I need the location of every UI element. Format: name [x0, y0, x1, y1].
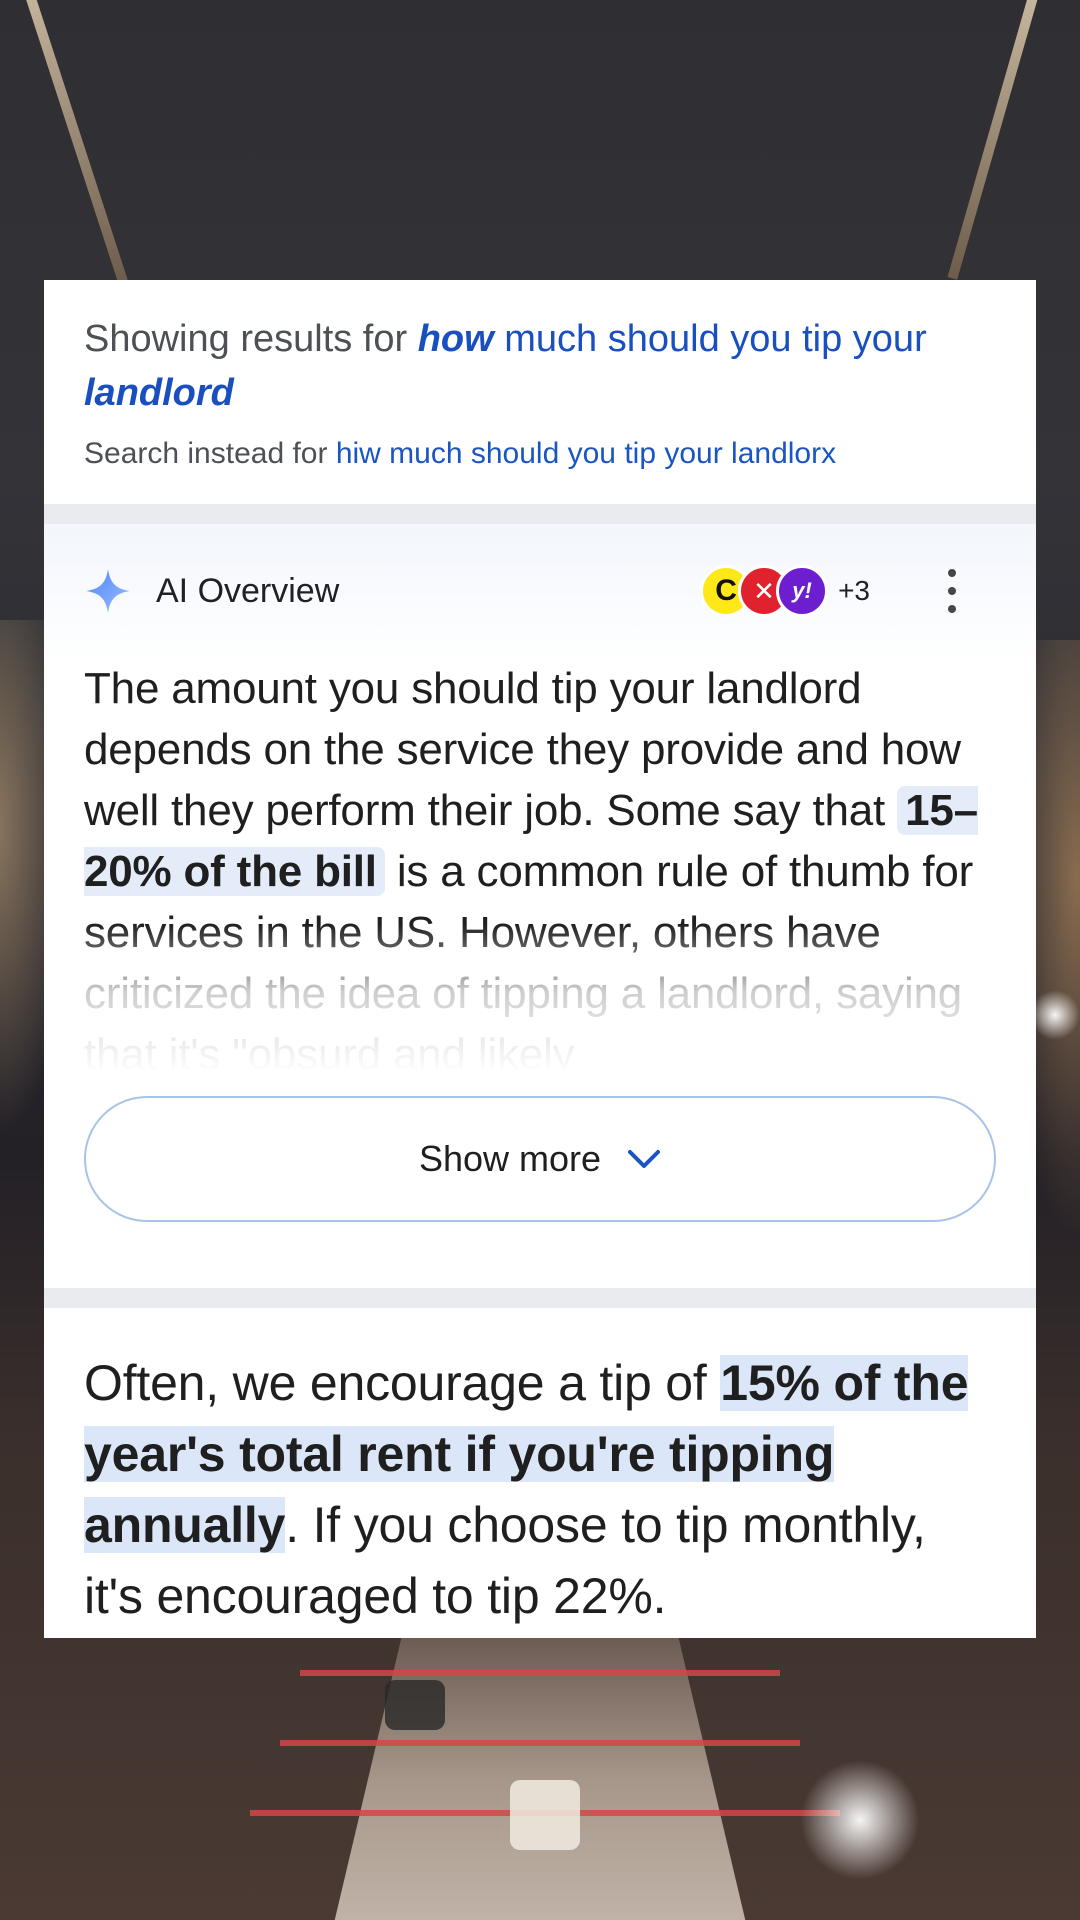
car	[385, 1680, 445, 1730]
ai-overview-panel: AI Overview C ✕ y! +3 The amount you sho…	[44, 524, 1036, 1288]
showing-results-prefix: Showing results for	[84, 318, 408, 360]
bridge-cable-left	[20, 0, 129, 286]
more-options-icon[interactable]	[946, 569, 958, 613]
ai-overview-body: The amount you should tip your landlord …	[84, 658, 996, 1074]
featured-snippet: Often, we encourage a tip of 15% of the …	[44, 1308, 1036, 1632]
bridge-cable-right	[947, 0, 1040, 280]
search-instead-prefix: Search instead for	[84, 437, 328, 470]
headlight-glare	[800, 1760, 920, 1880]
source-favicons[interactable]: C ✕ y! +3	[700, 565, 870, 617]
car	[510, 1780, 580, 1850]
show-more-label: Show more	[418, 1138, 602, 1179]
bridge-railing	[280, 1740, 800, 1746]
bridge-roadway	[330, 1620, 750, 1920]
spelling-correction: Showing results for how much should you …	[44, 280, 1036, 504]
sparkle-icon	[86, 569, 130, 613]
section-divider	[44, 504, 1036, 524]
original-query-link[interactable]: hiw much should you tip your landlorx	[336, 437, 836, 470]
text-fade-overlay	[84, 924, 996, 1074]
ai-overview-header: AI Overview C ✕ y! +3	[84, 524, 996, 658]
bridge-railing	[300, 1670, 780, 1676]
more-sources-count: +3	[838, 575, 870, 606]
showing-results-line: Showing results for how much should you …	[84, 312, 996, 420]
search-result-card: Showing results for how much should you …	[44, 280, 1036, 1638]
ai-overview-title: AI Overview	[156, 571, 340, 610]
city-light	[1030, 990, 1080, 1040]
yahoo-logo-icon: y!	[776, 565, 829, 617]
snippet-text: Often, we encourage a tip of 15% of the …	[84, 1355, 969, 1624]
chevron-down-icon	[628, 1150, 661, 1168]
show-more-button[interactable]: Show more	[84, 1096, 996, 1222]
section-divider	[44, 1288, 1036, 1308]
search-instead-line: Search instead for hiw much should you t…	[84, 434, 996, 474]
